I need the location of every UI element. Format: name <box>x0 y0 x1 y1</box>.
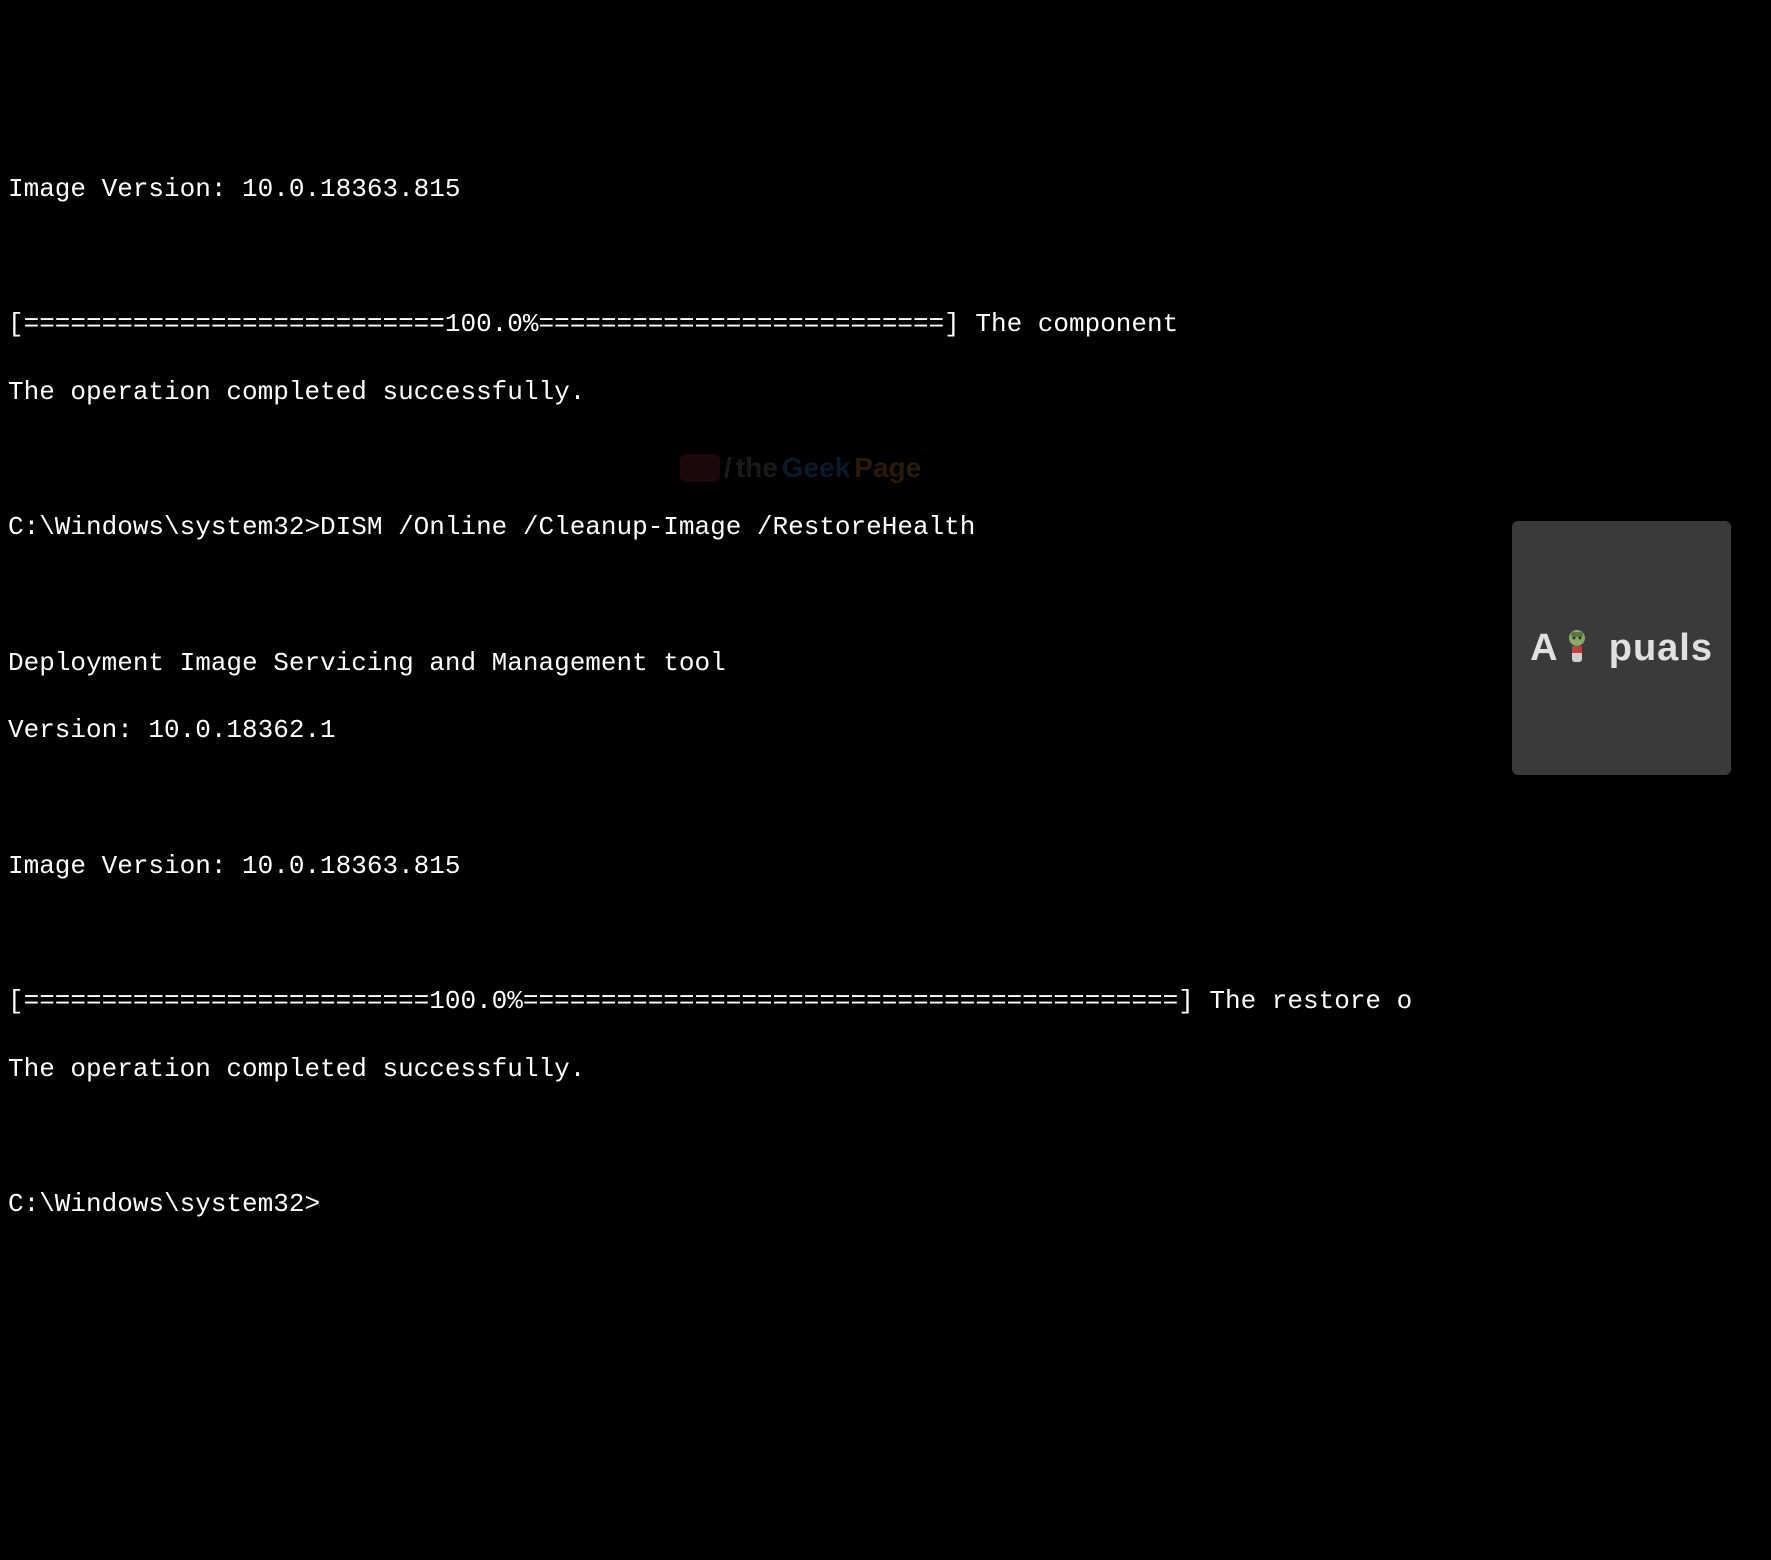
output-line: Image Version: 10.0.18363.815 <box>8 850 1763 884</box>
logo-suffix: puals <box>1609 624 1713 673</box>
progress-bar-line: [===========================100.0%======… <box>8 308 1763 342</box>
terminal-output[interactable]: Image Version: 10.0.18363.815 [=========… <box>8 139 1763 1256</box>
output-line: The operation completed successfully. <box>8 1053 1763 1087</box>
output-line <box>8 782 1763 816</box>
output-line <box>8 241 1763 275</box>
mascot-icon <box>1561 527 1607 765</box>
logo-prefix: A <box>1530 624 1558 673</box>
output-line: Version: 10.0.18362.1 <box>8 714 1763 748</box>
prompt-line: C:\Windows\system32> <box>8 1188 1763 1222</box>
appuals-logo: A puals <box>1512 521 1731 775</box>
output-line <box>8 1120 1763 1154</box>
command-line: C:\Windows\system32>DISM /Online /Cleanu… <box>8 511 1763 545</box>
output-line <box>8 579 1763 613</box>
output-line: Image Version: 10.0.18363.815 <box>8 173 1763 207</box>
output-line: The operation completed successfully. <box>8 376 1763 410</box>
output-line: Deployment Image Servicing and Managemen… <box>8 647 1763 681</box>
progress-bar-line: [==========================100.0%=======… <box>8 985 1763 1019</box>
output-line <box>8 444 1763 478</box>
output-line <box>8 917 1763 951</box>
